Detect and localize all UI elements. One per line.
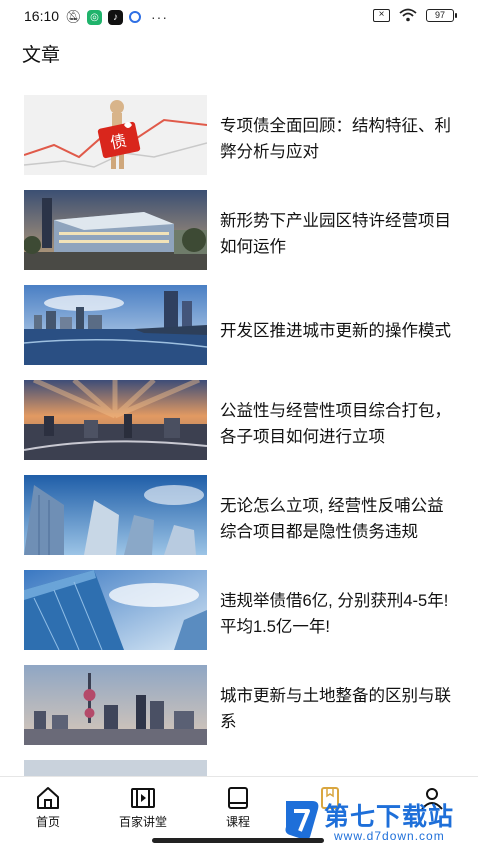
article-item[interactable]: 债 专项债全面回顾：结构特征、利弊分析与应对 xyxy=(24,95,464,190)
film-icon xyxy=(131,788,155,808)
article-item[interactable]: 开发区推进城市更新的操作模式 xyxy=(24,285,464,380)
article-item[interactable]: 新形势下产业园区特许经营项目如何运作 xyxy=(24,190,464,285)
tower-skyline-image xyxy=(24,665,207,745)
nav-course-label: 课程 xyxy=(225,815,250,829)
article-title: 公益性与经营性项目综合打包，各子项目如何进行立项 xyxy=(220,401,451,446)
article-item[interactable]: 公益性与经营性项目综合打包，各子项目如何进行立项 xyxy=(24,380,464,475)
watermark-url: www.d7down.com xyxy=(334,829,445,843)
article-list: 债 专项债全面回顾：结构特征、利弊分析与应对 新形势下产业园区特许经营项目如何运… xyxy=(24,95,464,850)
bond-figure-image: 债 xyxy=(24,95,207,175)
wifi-icon xyxy=(399,8,417,22)
waterfront-skyline-image xyxy=(24,285,207,365)
industrial-park-image xyxy=(24,190,207,270)
nav-lecture-label: 百家讲堂 xyxy=(118,815,167,829)
shield-app-icon: ◎ xyxy=(87,9,102,25)
home-indicator[interactable] xyxy=(152,838,324,843)
watermark-logo-icon xyxy=(285,801,319,840)
battery-icon: 97 xyxy=(426,8,457,22)
article-title: 开发区推进城市更新的操作模式 xyxy=(220,321,451,340)
article-title: 新形势下产业园区特许经营项目如何运作 xyxy=(220,211,451,256)
watermark-name: 第七下载站 xyxy=(324,802,455,831)
article-title: 无论怎么立项, 经营性反哺公益综合项目都是隐性债务违规 xyxy=(220,496,444,541)
article-item[interactable]: 无论怎么立项, 经营性反哺公益综合项目都是隐性债务违规 xyxy=(24,475,464,570)
skyscrapers-image xyxy=(24,475,207,555)
mute-icon: 🔕︎ xyxy=(65,9,82,24)
nav-home-label: 首页 xyxy=(35,815,60,829)
page-title: 文章 xyxy=(22,45,61,66)
article-title: 专项债全面回顾：结构特征、利弊分析与应对 xyxy=(220,116,451,161)
article-item[interactable]: 违规举债借6亿, 分别获刑4-5年! 平均1.5亿一年! xyxy=(24,570,464,665)
status-time: 16:10 xyxy=(24,8,60,24)
article-title: 违规举债借6亿, 分别获刑4-5年! 平均1.5亿一年! xyxy=(220,591,449,636)
tiktok-icon: ♪ xyxy=(108,9,123,25)
home-icon xyxy=(37,787,59,809)
sunset-city-image xyxy=(24,380,207,460)
nav-course[interactable]: 课程 xyxy=(198,785,278,830)
book-icon xyxy=(228,787,248,809)
browser-app-icon xyxy=(129,11,141,23)
notification-icons: 🔕︎ ◎ ♪ ··· xyxy=(65,9,168,25)
more-notifications-icon: ··· xyxy=(151,9,168,25)
article-item[interactable]: 城市更新与土地整备的区别与联系 xyxy=(24,665,464,760)
article-title: 城市更新与土地整备的区别与联系 xyxy=(220,686,451,731)
nav-lecture[interactable]: 百家讲堂 xyxy=(103,785,183,830)
no-sim-icon: × xyxy=(373,8,390,22)
nav-home[interactable]: 首页 xyxy=(8,785,88,830)
glass-tower-image xyxy=(24,570,207,650)
status-bar: 16:10 🔕︎ ◎ ♪ ··· × 97 xyxy=(0,0,478,34)
system-icons: × 97 xyxy=(373,8,457,22)
